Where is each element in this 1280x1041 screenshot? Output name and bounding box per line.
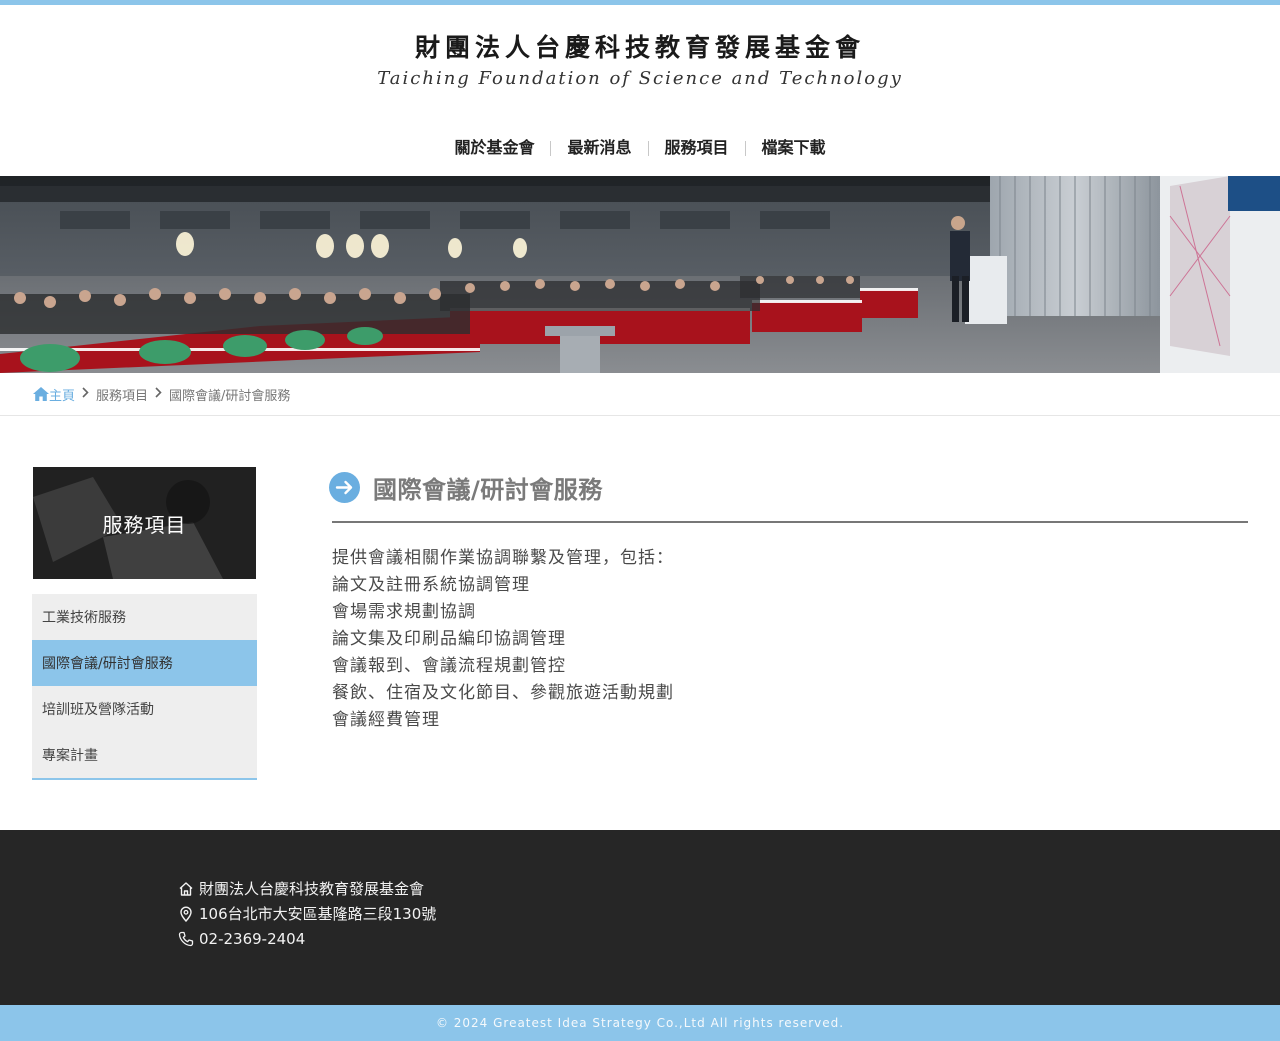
breadcrumb-home-label: 主頁 bbox=[49, 388, 76, 404]
phone-icon bbox=[178, 931, 194, 946]
title-divider bbox=[332, 521, 1248, 523]
nav-item-downloads[interactable]: 檔案下載 bbox=[746, 134, 842, 162]
chevron-right-icon bbox=[155, 386, 162, 402]
main-nav: 關於基金會 最新消息 服務項目 檔案下載 bbox=[0, 134, 1280, 162]
footer-address-row: 106台北市大安區基隆路三段130號 bbox=[178, 901, 436, 926]
map-pin-icon bbox=[180, 906, 192, 922]
breadcrumb-divider bbox=[0, 415, 1280, 416]
content-line: 提供會議相關作業協調聯繫及管理，包括： bbox=[332, 548, 674, 568]
site-footer: 財團法人台慶科技教育發展基金會 106台北市大安區基隆路三段130號 02-23… bbox=[0, 830, 1280, 1005]
footer-org-name: 財團法人台慶科技教育發展基金會 bbox=[199, 880, 425, 898]
content-line: 會議報到、會議流程規劃管控 bbox=[332, 656, 566, 676]
breadcrumb-home[interactable]: 主頁 bbox=[33, 385, 75, 404]
content-line: 餐飲、住宿及文化節目、參觀旅遊活動規劃 bbox=[332, 683, 674, 703]
sidebar-hero-title: 服務項目 bbox=[102, 512, 187, 537]
sidebar-item-conference-services[interactable]: 國際會議/研討會服務 bbox=[32, 640, 257, 686]
arrow-right-circle-icon bbox=[329, 472, 360, 503]
top-accent-bar bbox=[0, 0, 1280, 5]
nav-item-news[interactable]: 最新消息 bbox=[551, 134, 647, 162]
footer-org-row: 財團法人台慶科技教育發展基金會 bbox=[178, 876, 436, 901]
content-line: 論文集及印刷品編印協調管理 bbox=[332, 629, 566, 649]
footer-address: 106台北市大安區基隆路三段130號 bbox=[199, 905, 437, 923]
home-icon bbox=[33, 387, 49, 401]
footer-phone[interactable]: 02-2369-2404 bbox=[199, 930, 305, 948]
breadcrumb: 主頁 服務項目 國際會議/研討會服務 bbox=[33, 382, 290, 406]
footer-phone-row: 02-2369-2404 bbox=[178, 926, 436, 951]
sidebar-item-industrial-tech[interactable]: 工業技術服務 bbox=[32, 594, 257, 640]
logo-title-english: Taiching Foundation of Science and Techn… bbox=[377, 68, 903, 89]
chevron-right-icon bbox=[82, 386, 89, 402]
breadcrumb-current: 國際會議/研討會服務 bbox=[169, 388, 291, 404]
logo-title-chinese: 財團法人台慶科技教育發展基金會 bbox=[414, 33, 865, 62]
footer-contact: 財團法人台慶科技教育發展基金會 106台北市大安區基隆路三段130號 02-23… bbox=[178, 876, 436, 951]
breadcrumb-services[interactable]: 服務項目 bbox=[96, 385, 148, 404]
sidebar-item-projects[interactable]: 專案計畫 bbox=[32, 732, 257, 778]
nav-item-about[interactable]: 關於基金會 bbox=[438, 134, 550, 162]
copyright-text: © 2024 Greatest Idea Strategy Co.,Ltd Al… bbox=[435, 1016, 845, 1030]
content-body: 提供會議相關作業協調聯繫及管理，包括： 論文及註冊系統協調管理 會場需求規劃協調… bbox=[332, 545, 674, 734]
content-line: 論文及註冊系統協調管理 bbox=[332, 575, 530, 595]
house-icon bbox=[179, 881, 193, 896]
content-line: 會議經費管理 bbox=[332, 710, 440, 730]
nav-item-services[interactable]: 服務項目 bbox=[649, 134, 745, 162]
sidebar-item-training-camps[interactable]: 培訓班及營隊活動 bbox=[32, 686, 257, 732]
content-line: 會場需求規劃協調 bbox=[332, 602, 476, 622]
content-heading: 國際會議/研討會服務 bbox=[329, 470, 603, 505]
sidebar-menu: 工業技術服務 國際會議/研討會服務 培訓班及營隊活動 專案計畫 bbox=[32, 594, 257, 780]
site-logo[interactable]: 財團法人台慶科技教育發展基金會 Taiching Foundation of S… bbox=[0, 30, 1280, 92]
conference-banner-image bbox=[0, 176, 1280, 373]
page-title: 國際會議/研討會服務 bbox=[373, 476, 603, 504]
sidebar-hero: 服務項目 bbox=[33, 467, 256, 579]
copyright-bar: © 2024 Greatest Idea Strategy Co.,Ltd Al… bbox=[0, 1005, 1280, 1041]
